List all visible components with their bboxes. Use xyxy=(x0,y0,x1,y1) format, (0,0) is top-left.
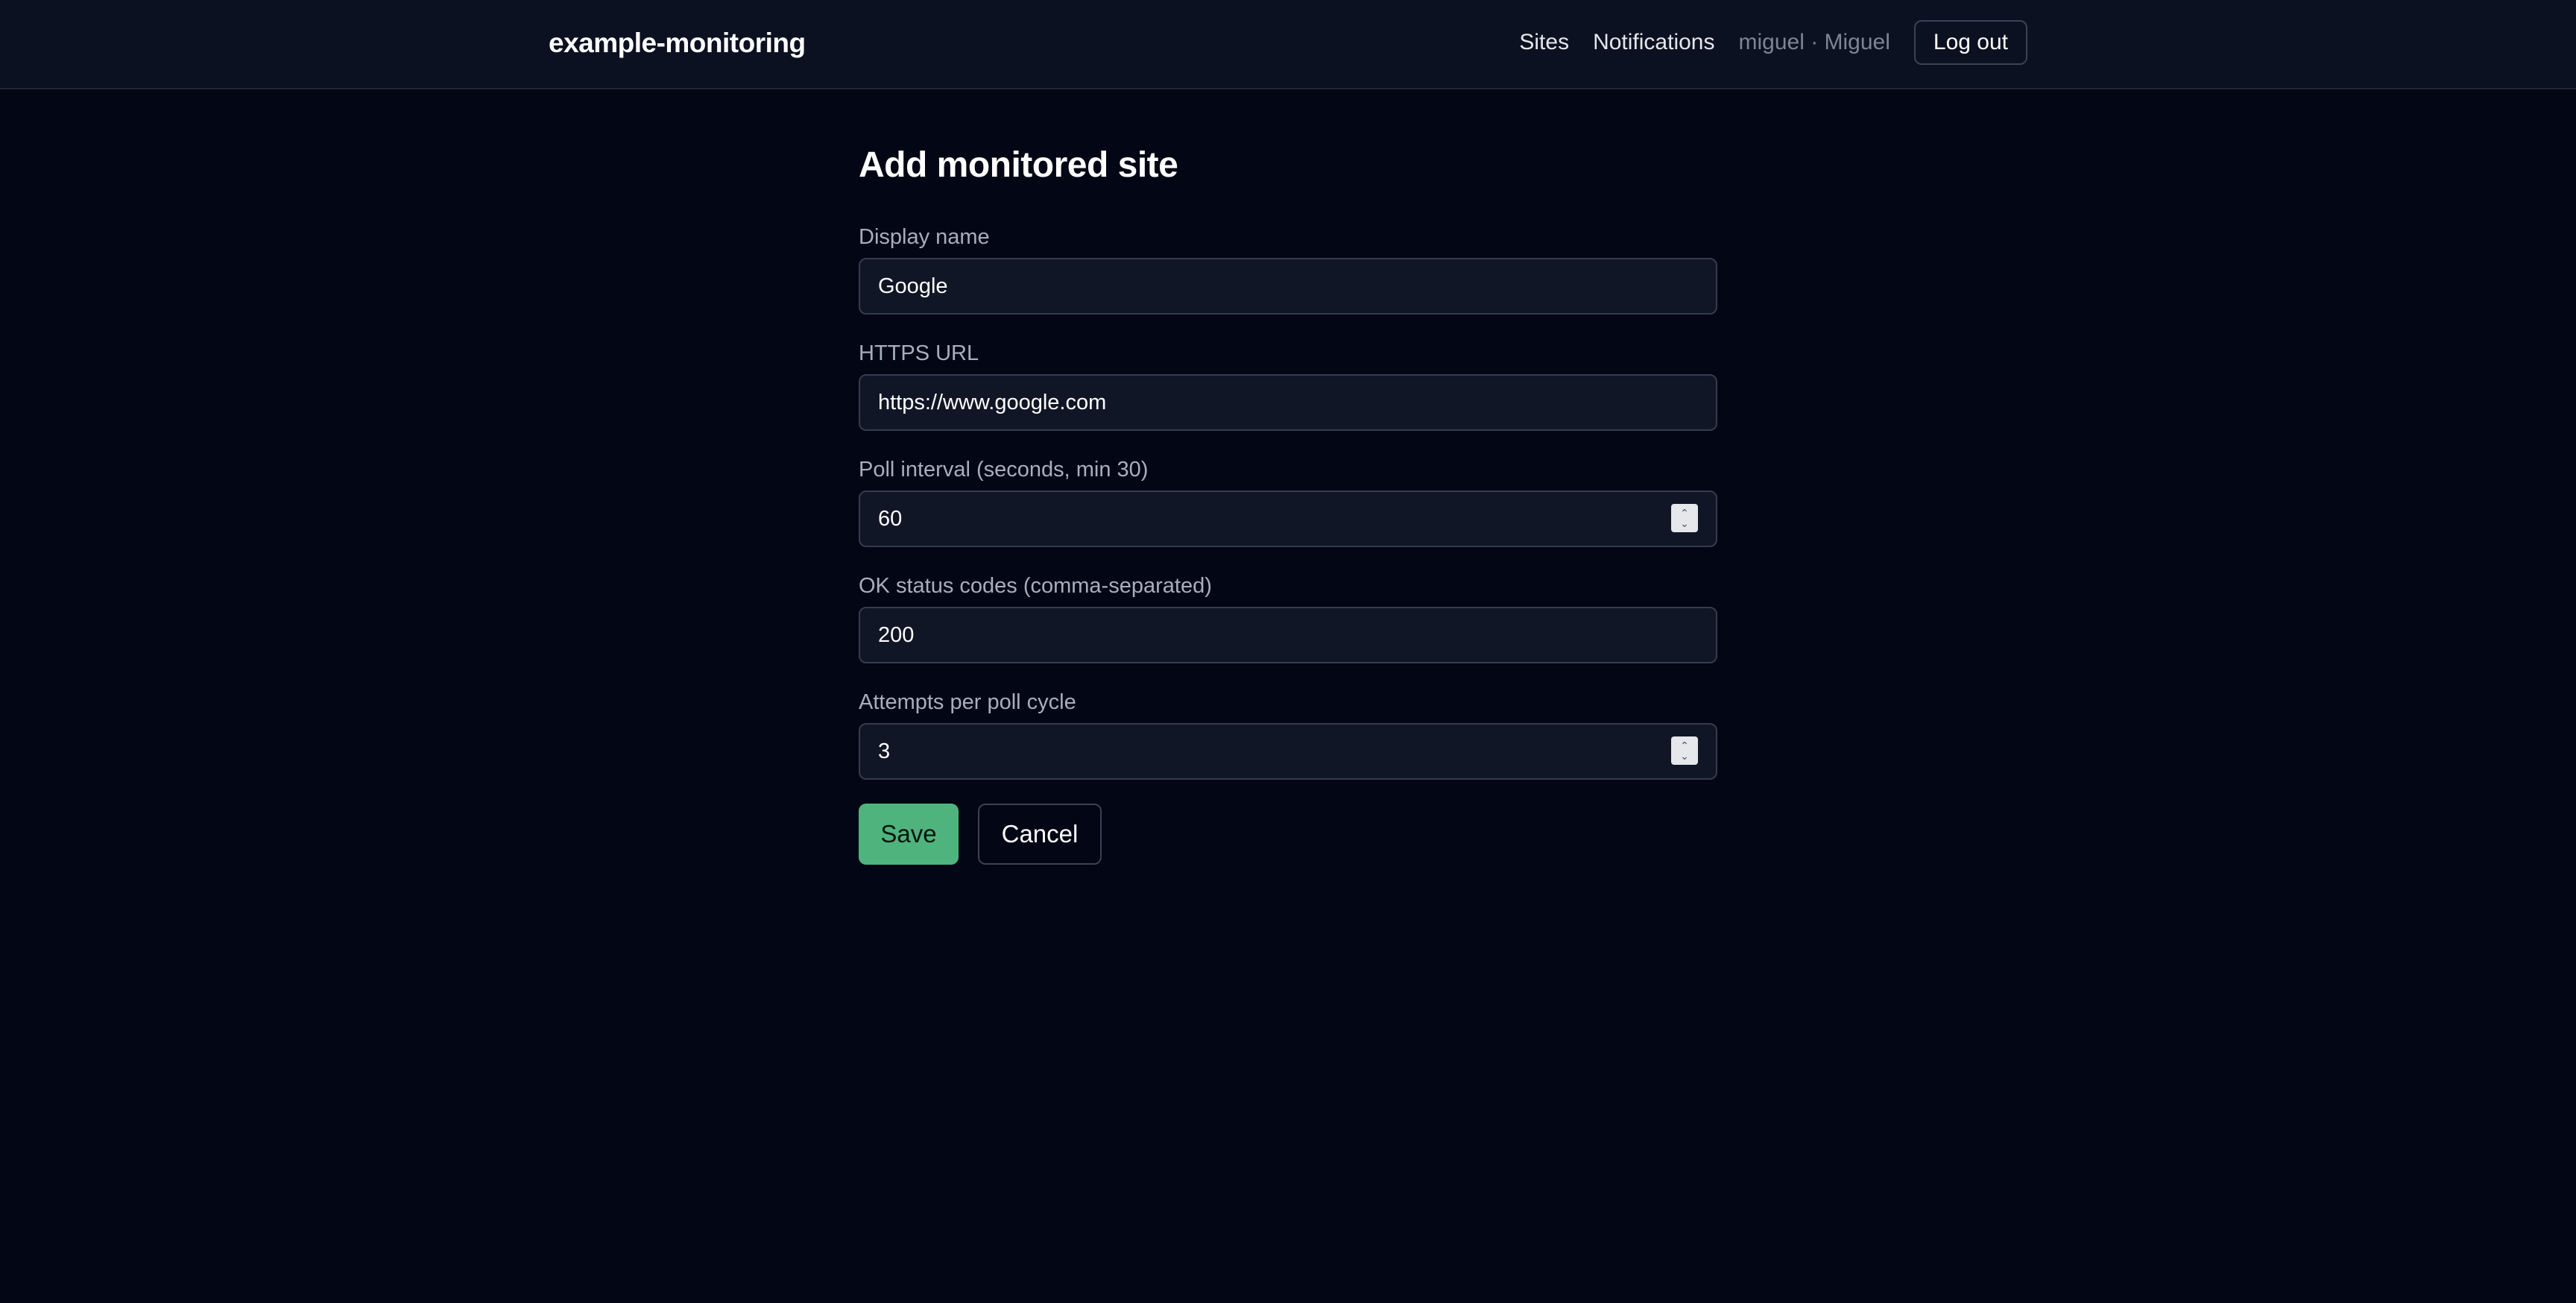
poll-interval-field: Poll interval (seconds, min 30) ⌃ ⌄ xyxy=(859,456,1717,547)
chevron-up-icon: ⌃ xyxy=(1680,507,1689,519)
poll-interval-stepper[interactable]: ⌃ ⌄ xyxy=(1671,504,1698,532)
poll-interval-input[interactable] xyxy=(859,490,1717,547)
nav-link-notifications[interactable]: Notifications xyxy=(1593,30,1714,55)
ok-status-codes-field: OK status codes (comma-separated) xyxy=(859,572,1717,663)
poll-interval-label: Poll interval (seconds, min 30) xyxy=(859,458,1149,482)
display-name-field: Display name xyxy=(859,224,1717,315)
https-url-field: HTTPS URL xyxy=(859,340,1717,431)
https-url-label: HTTPS URL xyxy=(859,341,979,365)
display-name-input-wrap xyxy=(859,258,1717,315)
form-actions: Save Cancel xyxy=(859,804,1102,865)
ok-status-codes-input[interactable] xyxy=(859,607,1717,663)
ok-status-codes-label: OK status codes (comma-separated) xyxy=(859,574,1212,598)
attempts-input-wrap: ⌃ ⌄ xyxy=(859,723,1717,780)
logout-button[interactable]: Log out xyxy=(1913,20,2027,65)
ok-status-codes-input-wrap xyxy=(859,607,1717,663)
nav-menu: Sites Notifications miguel · Miguel Log … xyxy=(1519,19,2027,66)
attempts-input[interactable] xyxy=(859,723,1717,780)
cancel-button[interactable]: Cancel xyxy=(978,804,1102,865)
https-url-input[interactable] xyxy=(859,374,1717,431)
current-user-label: miguel · Miguel xyxy=(1738,30,1890,54)
top-nav-bar: example-monitoring Sites Notifications m… xyxy=(0,0,2576,89)
page-title: Add monitored site xyxy=(859,145,1178,185)
attempts-field: Attempts per poll cycle ⌃ ⌄ xyxy=(859,689,1717,780)
https-url-input-wrap xyxy=(859,374,1717,431)
display-name-input[interactable] xyxy=(859,258,1717,315)
save-button[interactable]: Save xyxy=(859,804,959,865)
chevron-down-icon: ⌄ xyxy=(1680,517,1689,529)
nav-link-sites[interactable]: Sites xyxy=(1519,30,1569,55)
brand-logo[interactable]: example-monitoring xyxy=(549,27,806,60)
attempts-stepper[interactable]: ⌃ ⌄ xyxy=(1671,736,1698,765)
display-name-label: Display name xyxy=(859,225,990,249)
attempts-label: Attempts per poll cycle xyxy=(859,690,1076,714)
poll-interval-input-wrap: ⌃ ⌄ xyxy=(859,490,1717,547)
chevron-down-icon: ⌄ xyxy=(1680,750,1689,762)
chevron-up-icon: ⌃ xyxy=(1680,739,1689,751)
